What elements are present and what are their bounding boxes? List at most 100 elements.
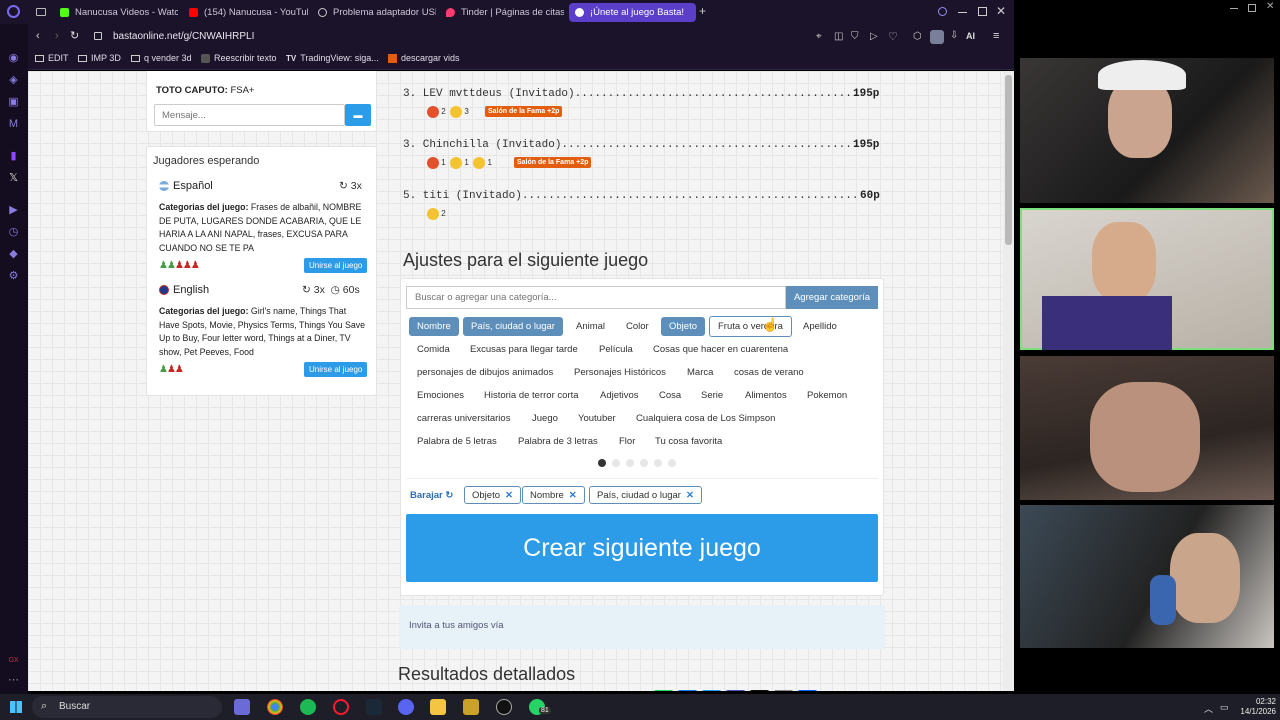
category-chip[interactable]: Cosa: [651, 386, 689, 405]
ai-button[interactable]: AI: [966, 31, 975, 41]
category-chip[interactable]: Historia de terror corta: [476, 386, 587, 405]
webcam-feed-3[interactable]: [1020, 356, 1274, 500]
back-icon[interactable]: ‹: [36, 30, 40, 42]
chat-message-input[interactable]: [154, 104, 345, 126]
remove-tag-icon[interactable]: ✕: [569, 490, 577, 501]
search-tabs-icon[interactable]: [938, 7, 947, 16]
bookmark-edit[interactable]: EDIT: [35, 53, 69, 63]
category-chip[interactable]: Cualquiera cosa de Los Simpson: [628, 409, 783, 428]
category-chip[interactable]: Personajes Históricos: [566, 363, 674, 382]
category-chip-animal[interactable]: Animal: [568, 317, 613, 336]
video-icon[interactable]: ▣: [7, 96, 20, 109]
history-icon[interactable]: ◷: [7, 226, 20, 239]
selected-tag[interactable]: País, ciudad o lugar ✕: [589, 486, 702, 504]
tab-basta-active[interactable]: ¡Únete al juego Basta!: [569, 3, 696, 22]
twitch-icon[interactable]: ▮: [7, 150, 20, 163]
extensions-icon[interactable]: ⬡: [913, 31, 922, 42]
vpn-shield-icon[interactable]: ⛉: [851, 31, 859, 42]
selected-tag[interactable]: Nombre ✕: [522, 486, 585, 504]
chat-send-button[interactable]: ▬: [345, 104, 371, 126]
profile-avatar[interactable]: [930, 30, 944, 44]
spotify-icon[interactable]: [300, 699, 316, 715]
category-chip[interactable]: Palabra de 3 letras: [510, 432, 606, 451]
category-chip[interactable]: Palabra de 5 letras: [409, 432, 505, 451]
category-chip[interactable]: cosas de verano: [726, 363, 812, 382]
windows-start-icon[interactable]: [10, 701, 22, 713]
teams-icon[interactable]: T: [725, 690, 746, 691]
create-next-game-button[interactable]: Crear siguiente juego: [406, 514, 878, 582]
new-tab-icon[interactable]: +: [697, 5, 708, 17]
menu-icon[interactable]: ≡: [993, 30, 999, 42]
category-chip[interactable]: Pokemon: [799, 386, 855, 405]
category-chip[interactable]: Serie: [693, 386, 731, 405]
hall-of-fame-badge[interactable]: Salón de la Fama +2p: [485, 106, 563, 117]
share-more-icon[interactable]: +: [797, 690, 818, 691]
category-chip[interactable]: Adjetivos: [592, 386, 647, 405]
instagram-icon[interactable]: ◈: [7, 74, 20, 87]
bookmark-qvender[interactable]: q vender 3d: [131, 53, 192, 63]
opera-gx-icon[interactable]: [333, 699, 349, 715]
category-chip-objeto[interactable]: Objeto: [661, 317, 705, 336]
panel-maximize-icon[interactable]: [1248, 4, 1256, 12]
bookmark-tradingview[interactable]: TV TradingView: siga...: [286, 53, 379, 63]
twitter-icon[interactable]: t: [701, 690, 722, 691]
category-chip-pais[interactable]: País, ciudad o lugar: [463, 317, 563, 336]
category-chip-color[interactable]: Color: [618, 317, 657, 336]
discord-icon[interactable]: [398, 699, 414, 715]
category-chip[interactable]: Flor: [611, 432, 643, 451]
bookmark-reescribir[interactable]: Reescribir texto: [201, 53, 277, 63]
category-chip[interactable]: Youtuber: [570, 409, 624, 428]
tab-menu-icon[interactable]: [36, 8, 46, 16]
panel-close-icon[interactable]: ✕: [1266, 1, 1274, 12]
category-chip[interactable]: Juego: [524, 409, 566, 428]
email-icon[interactable]: ✉: [773, 690, 794, 691]
remove-tag-icon[interactable]: ✕: [686, 490, 694, 501]
category-chip[interactable]: Película: [591, 340, 641, 359]
github-icon[interactable]: [496, 699, 512, 715]
page-dot[interactable]: [640, 459, 648, 467]
bookmark-descargar[interactable]: descargar vids: [388, 53, 460, 63]
send-icon[interactable]: ▷: [870, 31, 878, 42]
close-window-icon[interactable]: ✕: [996, 4, 1006, 18]
heart-icon[interactable]: ♡: [888, 30, 898, 43]
category-chip[interactable]: carreras universitarios: [409, 409, 518, 428]
category-chip[interactable]: Tu cosa favorita: [647, 432, 730, 451]
page-dot[interactable]: [654, 459, 662, 467]
whatsapp-icon[interactable]: ✆: [653, 690, 674, 691]
network-icon[interactable]: ▭: [1220, 702, 1229, 713]
maximize-icon[interactable]: [978, 7, 987, 16]
opera-logo-icon[interactable]: [7, 5, 20, 18]
page-dot[interactable]: [626, 459, 634, 467]
forward-icon[interactable]: ›: [55, 30, 59, 42]
chrome-icon[interactable]: [267, 699, 283, 715]
gx-icon[interactable]: GX: [7, 654, 20, 667]
tab-usb-problem[interactable]: Problema adaptador USB...: [312, 3, 436, 22]
category-chip[interactable]: Comida: [409, 340, 458, 359]
add-category-button[interactable]: Agregar categoría: [786, 286, 878, 309]
webcam-feed-4[interactable]: [1020, 505, 1274, 648]
remove-tag-icon[interactable]: ✕: [505, 490, 513, 501]
hall-of-fame-badge[interactable]: Salón de la Fama +2p: [514, 157, 592, 168]
snapshot-icon[interactable]: ⌖: [816, 31, 822, 42]
join-game-button[interactable]: Unirse al juego: [304, 362, 368, 377]
settings-icon[interactable]: ⚙: [7, 270, 20, 283]
category-chip-nombre[interactable]: Nombre: [409, 317, 459, 336]
join-game-button[interactable]: Unirse al juego: [304, 258, 368, 273]
selected-tag[interactable]: Objeto ✕: [464, 486, 521, 504]
camera-icon[interactable]: ◫: [834, 31, 843, 42]
minimize-icon[interactable]: [958, 12, 967, 13]
page-dot[interactable]: [668, 459, 676, 467]
webcam-feed-2-active[interactable]: [1020, 208, 1274, 350]
download-icon[interactable]: ⇩: [950, 30, 958, 41]
page-dot[interactable]: [612, 459, 620, 467]
category-chip[interactable]: Alimentos: [737, 386, 795, 405]
more-icon[interactable]: ⋯: [7, 674, 20, 687]
category-chip-apellido[interactable]: Apellido: [795, 317, 845, 336]
category-chip[interactable]: Cosas que hacer en cuarentena: [645, 340, 796, 359]
steam-icon[interactable]: [366, 699, 382, 715]
taskbar-search[interactable]: ⌕ Buscar: [32, 696, 222, 718]
mail-icon[interactable]: M: [7, 118, 20, 131]
league-icon[interactable]: [463, 699, 479, 715]
snapchat-icon[interactable]: ◓: [749, 690, 770, 691]
panel-minimize-icon[interactable]: [1230, 8, 1238, 9]
